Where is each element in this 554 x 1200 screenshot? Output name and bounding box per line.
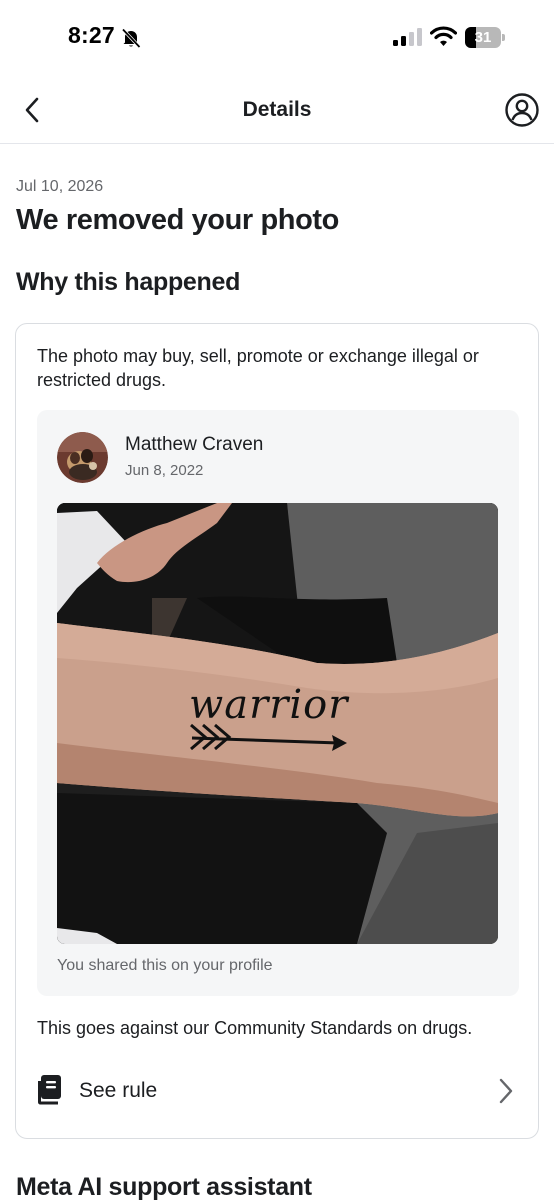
- notice-date: Jul 10, 2026: [16, 178, 104, 195]
- status-bar: 8:27 31: [0, 0, 554, 76]
- see-rule-button[interactable]: See rule: [16, 1066, 538, 1114]
- battery-level: 31: [474, 29, 492, 46]
- navigation-header: Details: [0, 76, 554, 144]
- standards-text: This goes against our Community Standard…: [37, 1018, 473, 1038]
- person-circle-icon[interactable]: [504, 92, 540, 128]
- see-rule-label: See rule: [79, 1079, 158, 1102]
- page-title: We removed your photo: [16, 204, 339, 236]
- post-author-name: Matthew Craven: [125, 434, 264, 455]
- bell-slash-icon: [121, 28, 141, 49]
- section-title-meta-ai: Meta AI support assistant: [16, 1173, 312, 1200]
- post-caption: You shared this on your profile: [57, 957, 273, 974]
- status-time: 8:27: [68, 22, 115, 48]
- avatar: [57, 432, 108, 483]
- removal-details-card: The photo may buy, sell, promote or exch…: [15, 323, 539, 1139]
- removal-reason: The photo may buy, sell, promote or exch…: [37, 346, 479, 390]
- page-header-title: Details: [242, 98, 312, 121]
- photo-tattoo-text: warrior: [189, 682, 350, 728]
- removed-post-preview[interactable]: Matthew Craven Jun 8, 2022 warrior You s…: [37, 410, 519, 996]
- book-icon: [38, 1075, 61, 1105]
- removed-photo: warrior: [57, 503, 498, 944]
- chevron-right-icon: [499, 1078, 513, 1104]
- wifi-icon: [430, 26, 457, 46]
- post-date: Jun 8, 2022: [125, 462, 204, 479]
- signal-icon: [393, 28, 422, 46]
- section-title-why: Why this happened: [16, 268, 241, 296]
- battery-icon: 31: [465, 27, 506, 48]
